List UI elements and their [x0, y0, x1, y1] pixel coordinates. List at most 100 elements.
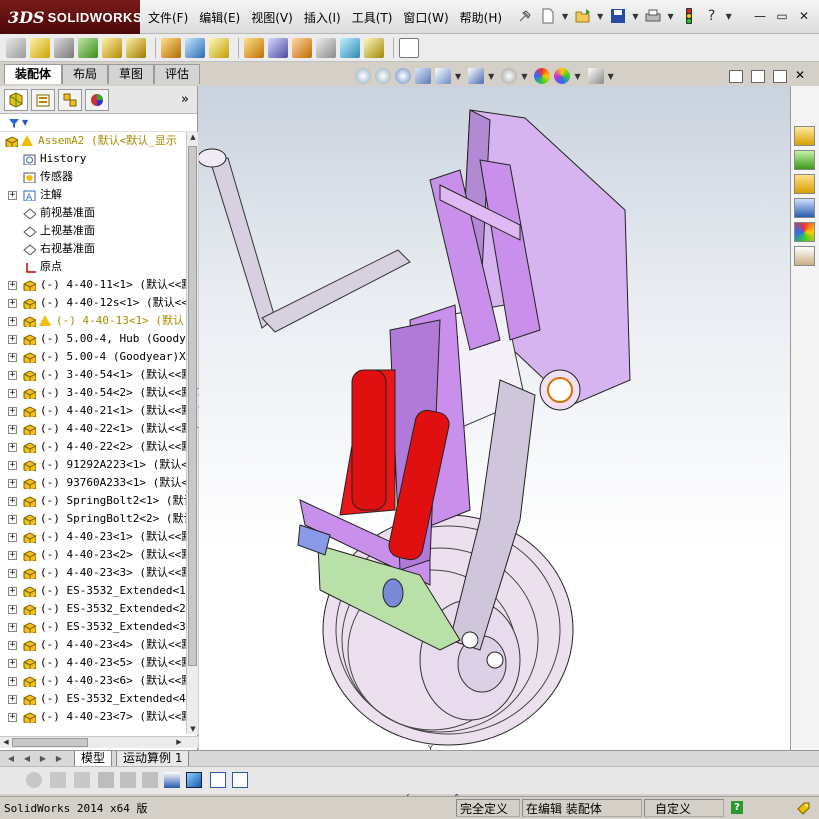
- expand-toggle[interactable]: +: [8, 335, 17, 344]
- bill-of-materials-icon[interactable]: [268, 37, 288, 58]
- expand-toggle[interactable]: +: [8, 497, 17, 506]
- reference-geometry-icon[interactable]: [209, 37, 229, 58]
- feature-tree-item[interactable]: + (-) 3-40-54<1> (默认<<默: [0, 366, 186, 384]
- new-motion-study-icon[interactable]: [244, 37, 264, 58]
- zoom-to-fit-icon[interactable]: [355, 68, 371, 84]
- appearance-icon[interactable]: [85, 88, 109, 111]
- feature-tree-item[interactable]: + (-) 4-40-23<2> (默认<<默: [0, 546, 186, 564]
- units-status[interactable]: 自定义: [655, 800, 691, 817]
- feature-tree-item[interactable]: 原点: [0, 258, 186, 276]
- play-from-start-icon[interactable]: [50, 772, 66, 788]
- expand-toggle[interactable]: +: [8, 713, 17, 722]
- assembly-features-icon[interactable]: [185, 37, 205, 58]
- pin-icon[interactable]: [516, 7, 534, 25]
- section-view-icon[interactable]: [415, 68, 431, 84]
- viewport-minimize-icon[interactable]: [751, 70, 765, 83]
- feature-tree-item[interactable]: 上视基准面: [0, 222, 186, 240]
- apply-scene-icon[interactable]: [554, 68, 571, 84]
- expand-toggle[interactable]: +: [8, 389, 17, 398]
- save-animation-icon[interactable]: [142, 772, 158, 788]
- view-palette-icon[interactable]: [794, 198, 815, 218]
- tab-evaluate[interactable]: 评估: [154, 64, 201, 84]
- interference-detection-icon[interactable]: [340, 37, 360, 58]
- explode-line-sketch-icon[interactable]: [316, 37, 336, 58]
- menu-insert[interactable]: 插入(I): [304, 9, 341, 26]
- expand-toggle[interactable]: +: [8, 353, 17, 362]
- menu-edit[interactable]: 编辑(E): [199, 9, 240, 26]
- results-plots-icon[interactable]: [164, 772, 180, 788]
- insert-component-icon[interactable]: [6, 37, 26, 58]
- feature-tree-item[interactable]: + (-) ES-3532_Extended<3>: [0, 618, 186, 636]
- prev-tab-arrow[interactable]: ◀: [22, 753, 32, 764]
- view-settings-icon[interactable]: [587, 68, 604, 84]
- save-icon[interactable]: [609, 7, 627, 25]
- expand-toggle[interactable]: +: [8, 605, 17, 614]
- tab-sketch[interactable]: 草图: [108, 64, 155, 84]
- expand-toggle[interactable]: +: [8, 551, 17, 560]
- viewport-restore-icon[interactable]: [773, 70, 787, 83]
- expand-toggle[interactable]: +: [8, 317, 17, 326]
- view-orientation-icon[interactable]: [435, 68, 451, 84]
- expand-toggle[interactable]: +: [8, 425, 17, 434]
- feature-tree-horizontal-scrollbar[interactable]: ◀ ▶: [0, 736, 198, 748]
- instant3d-icon[interactable]: [399, 37, 419, 58]
- expand-toggle[interactable]: +: [8, 569, 17, 578]
- feature-tree-item[interactable]: + (-) 4-40-23<1> (默认<<默: [0, 528, 186, 546]
- tab-model[interactable]: 模型: [74, 751, 113, 767]
- feature-tree-item[interactable]: + (-) 4-40-23<7> (默认<<默: [0, 708, 186, 726]
- feature-tree-item[interactable]: + (-) 91292A223<1> (默认<: [0, 456, 186, 474]
- print-dropdown-arrow[interactable]: ▼: [667, 12, 673, 21]
- stop-icon[interactable]: [98, 772, 114, 788]
- new-document-icon[interactable]: [539, 7, 557, 25]
- scroll-up-arrow[interactable]: ▲: [188, 132, 198, 142]
- custom-properties-icon[interactable]: [794, 246, 815, 266]
- close-button[interactable]: ✕: [795, 8, 813, 24]
- feature-tree-item[interactable]: + (-) 93760A233<1> (默认<: [0, 474, 186, 492]
- feature-tree-item[interactable]: + (-) 4-40-23<6> (默认<<默: [0, 672, 186, 690]
- expand-toggle[interactable]: +: [8, 533, 17, 542]
- expand-toggle[interactable]: +: [8, 407, 17, 416]
- expand-toggle[interactable]: +: [8, 695, 17, 704]
- expand-toggle[interactable]: +: [8, 587, 17, 596]
- save-dropdown-arrow[interactable]: ▼: [632, 12, 638, 21]
- hide-show-items-icon[interactable]: [501, 68, 518, 84]
- expand-toggle[interactable]: +: [8, 641, 17, 650]
- feature-tree-item[interactable]: 右视基准面: [0, 240, 186, 258]
- expand-toggle[interactable]: +: [8, 281, 17, 290]
- feature-tree-item[interactable]: + (-) ES-3532_Extended<4>: [0, 690, 186, 708]
- expand-toggle[interactable]: +: [8, 677, 17, 686]
- graphics-area[interactable]: Y X Z: [199, 86, 790, 799]
- rebuild-tag-icon[interactable]: [795, 800, 811, 819]
- tab-motion-study-1[interactable]: 运动算例 1: [116, 751, 190, 767]
- feature-tree-item[interactable]: + (-) 4-40-13<1> (默认: [0, 312, 186, 330]
- first-tab-arrow[interactable]: ◀: [6, 753, 16, 764]
- help-icon[interactable]: ?: [731, 801, 743, 814]
- feature-tree-item[interactable]: History: [0, 150, 186, 168]
- view-cube-icon[interactable]: [186, 772, 202, 788]
- solidworks-logo[interactable]: 3DS SOLIDWORKS: [0, 0, 142, 34]
- move-component-icon[interactable]: [126, 37, 146, 58]
- hide-show-dropdown[interactable]: ▼: [521, 72, 527, 81]
- show-hidden-icon[interactable]: [161, 37, 181, 58]
- feature-tree-item[interactable]: + (-) 4-40-23<3> (默认<<默: [0, 564, 186, 582]
- traffic-light-icon[interactable]: [680, 7, 698, 25]
- view-settings-dropdown[interactable]: ▼: [608, 72, 614, 81]
- feature-tree-item[interactable]: AssemA2 (默认<默认_显示: [0, 132, 186, 150]
- expand-toggle[interactable]: +: [8, 479, 17, 488]
- expand-toggle[interactable]: +: [8, 659, 17, 668]
- property-manager-icon[interactable]: [31, 88, 55, 111]
- feature-tree-item[interactable]: + (-) ES-3532_Extended<2>: [0, 600, 186, 618]
- feature-tree-item[interactable]: + (-) 4-40-12s<1> (默认<<: [0, 294, 186, 312]
- minimize-button[interactable]: —: [751, 8, 769, 24]
- play-icon[interactable]: [74, 772, 90, 788]
- feature-tree-item[interactable]: + (-) SpringBolt2<1> (默认: [0, 492, 186, 510]
- new-dropdown-arrow[interactable]: ▼: [562, 12, 568, 21]
- solidworks-resources-icon[interactable]: [794, 126, 815, 146]
- expand-toggle[interactable]: +: [8, 299, 17, 308]
- scrollbar-thumb[interactable]: [12, 738, 88, 747]
- new-part-icon[interactable]: [30, 37, 50, 58]
- expand-toggle[interactable]: +: [8, 191, 17, 200]
- playback-speed-icon[interactable]: [120, 772, 136, 788]
- expand-toggle[interactable]: +: [8, 515, 17, 524]
- vertical-layout-icon[interactable]: [232, 772, 248, 788]
